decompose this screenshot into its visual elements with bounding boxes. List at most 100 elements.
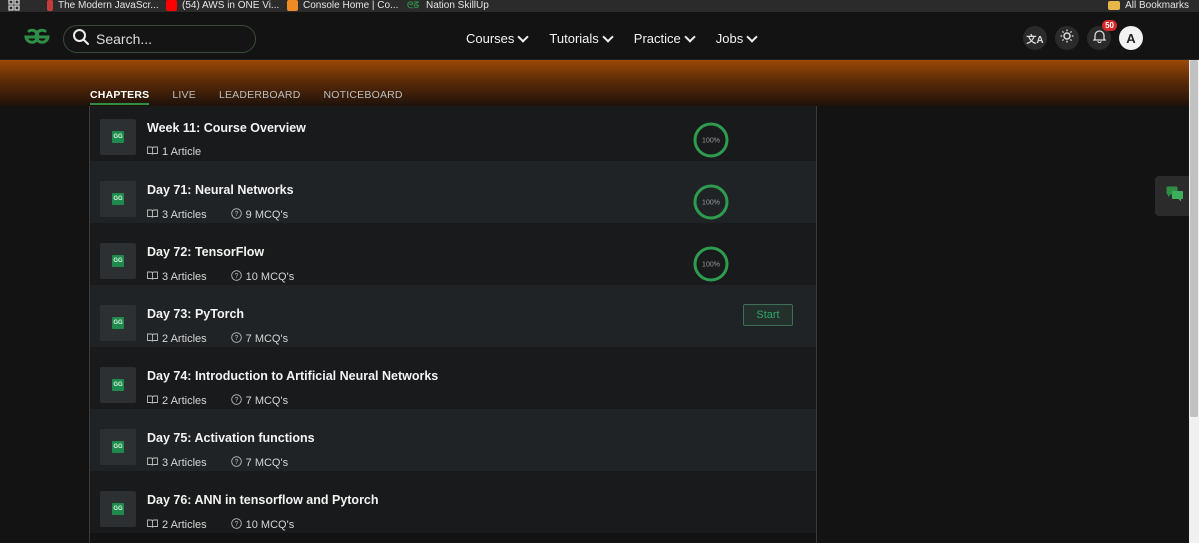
- page-scrollbar[interactable]: [1189, 60, 1199, 543]
- bookmark-item[interactable]: The Modern JavaScr...: [47, 0, 159, 12]
- chapter-meta: 2 Articles ? 7 MCQ's: [147, 332, 288, 346]
- folder-icon: [1108, 0, 1121, 10]
- chapter-row[interactable]: GG Day 71: Neural Networks 3 Articles ? 9…: [90, 161, 816, 223]
- question-circle-icon: ?: [230, 208, 242, 222]
- apps-grid-icon[interactable]: [8, 0, 20, 12]
- chapter-row[interactable]: GG Day 72: TensorFlow 3 Articles ? 10 MCQ…: [90, 223, 816, 285]
- chapter-thumbnail: GG: [100, 119, 136, 155]
- mcq-count: ? 10 MCQ's: [230, 518, 294, 532]
- bookmark-item[interactable]: Console Home | Co...: [287, 0, 398, 12]
- question-circle-icon: ?: [230, 394, 242, 408]
- geeksforgeeks-logo-icon[interactable]: [18, 26, 56, 53]
- notifications-button[interactable]: 50: [1087, 20, 1117, 50]
- chapter-thumbnail: GG: [100, 181, 136, 217]
- book-icon: [147, 395, 158, 407]
- chapter-thumbnail: GG: [100, 367, 136, 403]
- bell-icon: [1091, 29, 1107, 48]
- tab-chapters[interactable]: CHAPTERS: [90, 89, 150, 105]
- question-circle-icon: ?: [230, 518, 242, 532]
- chevron-down-icon: [746, 30, 758, 43]
- bookmarks-bar: The Modern JavaScr... (54) AWS in ONE Vi…: [0, 0, 1199, 12]
- gfg-icon: GG: [112, 193, 124, 205]
- bookmark-item[interactable]: ᘓᘔ Nation SkillUp: [407, 0, 489, 12]
- chevron-down-icon: [517, 30, 530, 43]
- nav-actions: 文A 50 A: [1023, 20, 1143, 50]
- menu-jobs[interactable]: Jobs: [716, 30, 758, 46]
- youtube-icon: [166, 0, 177, 11]
- bookmark-item[interactable]: (54) AWS in ONE Vi...: [166, 0, 279, 12]
- tab-leaderboard[interactable]: LEADERBOARD: [219, 89, 301, 105]
- course-hero-banner: CHAPTERS LIVE LEADERBOARD NOTICEBOARD: [0, 60, 1189, 106]
- tab-live[interactable]: LIVE: [172, 89, 196, 105]
- chapter-thumbnail: GG: [100, 491, 136, 527]
- articles-count: 1 Article: [147, 146, 201, 158]
- chat-bubbles-icon: [1166, 186, 1184, 207]
- question-circle-icon: ?: [230, 456, 242, 470]
- book-icon: [147, 209, 158, 221]
- chapter-row[interactable]: GG Day 75: Activation functions 3 Articl…: [90, 409, 816, 471]
- chapter-title: Day 71: Neural Networks: [147, 183, 294, 197]
- start-button[interactable]: Start: [743, 304, 793, 326]
- articles-count: 2 Articles: [147, 518, 207, 532]
- book-icon: [147, 271, 158, 283]
- notification-count-badge: 50: [1102, 20, 1117, 31]
- gfg-icon: ᘓᘔ: [407, 0, 420, 10]
- course-tabs: CHAPTERS LIVE LEADERBOARD NOTICEBOARD: [90, 89, 403, 105]
- menu-courses[interactable]: Courses: [466, 30, 530, 46]
- theme-toggle-button[interactable]: [1055, 26, 1079, 50]
- chevron-down-icon: [602, 30, 614, 43]
- top-navbar: Search... Courses Tutorials Practice Job…: [0, 12, 1199, 60]
- svg-text:?: ?: [234, 521, 238, 528]
- gfg-icon: GG: [112, 503, 124, 515]
- chapter-title: Day 73: PyTorch: [147, 307, 245, 321]
- chapter-title: Day 72: TensorFlow: [147, 245, 265, 259]
- red-flag-icon: [47, 0, 53, 11]
- menu-practice[interactable]: Practice: [634, 30, 696, 46]
- chevron-down-icon: [684, 30, 696, 43]
- mcq-count: ? 9 MCQ's: [230, 208, 288, 222]
- chapter-title: Day 76: ANN in tensorflow and Pytorch: [147, 493, 379, 507]
- chapter-thumbnail: GG: [100, 243, 136, 279]
- mcq-count: ? 7 MCQ's: [230, 456, 288, 470]
- articles-count: 3 Articles: [147, 456, 207, 470]
- chapter-title: Day 75: Activation functions: [147, 431, 315, 445]
- chapter-row[interactable]: GG Week 11: Course Overview 1 Article 10…: [90, 106, 816, 161]
- progress-ring: 100%: [693, 246, 729, 282]
- chapters-list: GG Week 11: Course Overview 1 Article 10…: [89, 106, 817, 543]
- translate-button[interactable]: 文A: [1023, 26, 1047, 50]
- chapter-row[interactable]: GG Day 73: PyTorch 2 Articles ? 7 MCQ's S…: [90, 285, 816, 347]
- question-circle-icon: ?: [230, 332, 242, 346]
- mcq-count: ? 7 MCQ's: [230, 332, 288, 346]
- chapter-meta: 1 Article: [147, 146, 201, 158]
- articles-count: 2 Articles: [147, 394, 207, 408]
- all-bookmarks[interactable]: All Bookmarks: [1108, 0, 1189, 12]
- user-avatar[interactable]: A: [1119, 26, 1143, 50]
- svg-text:?: ?: [234, 211, 238, 218]
- tab-noticeboard[interactable]: NOTICEBOARD: [324, 89, 403, 105]
- book-icon: [147, 146, 158, 158]
- question-circle-icon: ?: [230, 270, 242, 284]
- articles-count: 3 Articles: [147, 208, 207, 222]
- chapter-meta: 3 Articles ? 10 MCQ's: [147, 270, 294, 284]
- scrollbar-thumb[interactable]: [1190, 60, 1198, 417]
- book-icon: [147, 519, 158, 531]
- chapter-meta: 2 Articles ? 10 MCQ's: [147, 518, 294, 532]
- gfg-icon: GG: [112, 379, 124, 391]
- search-icon: [72, 28, 90, 51]
- main-menu: Courses Tutorials Practice Jobs: [466, 30, 758, 46]
- chapter-meta: 3 Articles ? 9 MCQ's: [147, 208, 288, 222]
- translate-icon: 文A: [1026, 34, 1044, 46]
- menu-tutorials[interactable]: Tutorials: [549, 30, 614, 46]
- gfg-icon: GG: [112, 317, 124, 329]
- svg-text:?: ?: [234, 459, 238, 466]
- svg-text:?: ?: [234, 397, 238, 404]
- articles-count: 2 Articles: [147, 332, 207, 346]
- progress-ring: 100%: [693, 122, 729, 158]
- articles-count: 3 Articles: [147, 270, 207, 284]
- progress-label: 100%: [702, 262, 720, 269]
- chapter-row[interactable]: GG Day 76: ANN in tensorflow and Pytorch…: [90, 471, 816, 533]
- chapter-row[interactable]: GG Day 74: Introduction to Artificial Ne…: [90, 347, 816, 409]
- aws-icon: [287, 0, 298, 11]
- search-input[interactable]: Search...: [63, 25, 256, 53]
- progress-label: 100%: [702, 200, 720, 207]
